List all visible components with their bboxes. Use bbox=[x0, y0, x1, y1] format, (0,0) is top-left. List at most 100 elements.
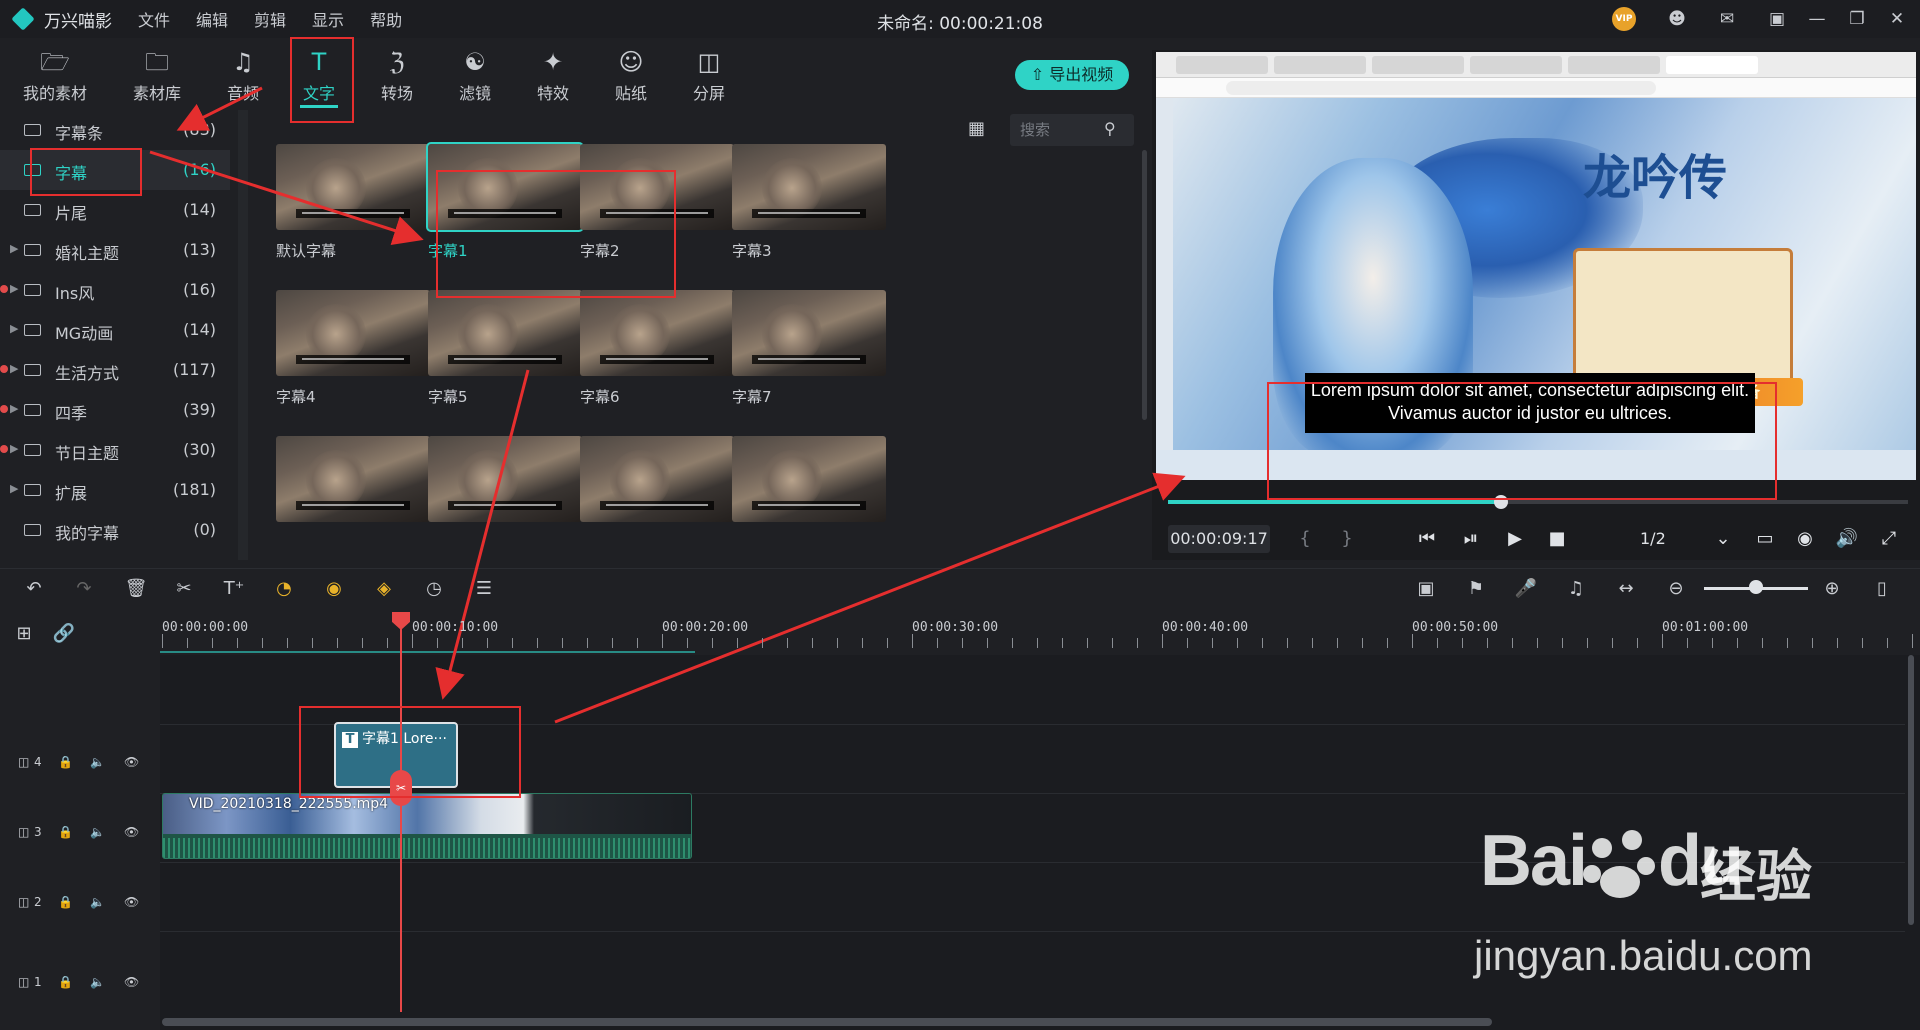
menu-help[interactable]: 帮助 bbox=[370, 7, 402, 31]
close-icon[interactable]: ✕ bbox=[1886, 8, 1908, 30]
mark-out-icon[interactable]: } bbox=[1334, 526, 1360, 552]
timeline-vscrollbar[interactable] bbox=[1908, 655, 1914, 925]
volume-icon[interactable]: 🔈 bbox=[90, 895, 105, 909]
visibility-icon[interactable]: 👁 bbox=[124, 755, 139, 769]
search-icon[interactable]: ⚲ bbox=[1104, 119, 1124, 139]
display-icon[interactable]: ▭ bbox=[1752, 526, 1778, 552]
minimize-icon[interactable]: — bbox=[1806, 8, 1828, 30]
video-clip[interactable]: VID_20210318_222555.mp4 bbox=[162, 793, 692, 859]
audio-mixer-icon[interactable]: ♫ bbox=[1564, 577, 1588, 601]
category-item[interactable]: 我的字幕 (0) bbox=[0, 510, 230, 550]
gallery-scrollbar[interactable] bbox=[1142, 150, 1147, 420]
export-video-button[interactable]: ⇧ 导出视频 bbox=[1015, 60, 1129, 90]
timeline-hscrollbar[interactable] bbox=[162, 1018, 1492, 1026]
tab-library[interactable]: 🗀 素材库 bbox=[122, 46, 192, 106]
menu-file[interactable]: 文件 bbox=[138, 7, 170, 31]
menu-edit[interactable]: 编辑 bbox=[196, 7, 228, 31]
category-item[interactable]: ▶ 四季 (39) bbox=[0, 390, 230, 430]
visibility-icon[interactable]: 👁 bbox=[124, 825, 139, 839]
tab-audio[interactable]: ♫ 音频 bbox=[208, 46, 278, 106]
template-tile[interactable]: 字幕5 bbox=[428, 290, 582, 407]
fullscreen-icon[interactable]: ⤢ bbox=[1876, 526, 1902, 552]
mark-in-icon[interactable]: { bbox=[1292, 526, 1318, 552]
template-tile[interactable] bbox=[276, 436, 430, 522]
template-tile[interactable]: 字幕6 bbox=[580, 290, 734, 407]
expand-arrow-icon[interactable]: ▶ bbox=[10, 282, 18, 295]
vip-icon[interactable]: VIP bbox=[1612, 7, 1636, 31]
volume-icon[interactable]: 🔈 bbox=[90, 825, 105, 839]
auto-highlight-icon[interactable]: ◉ bbox=[322, 577, 346, 601]
category-item[interactable]: ▶ Ins风 (16) bbox=[0, 270, 230, 310]
add-text-icon[interactable]: T⁺ bbox=[222, 577, 246, 601]
grid-view-icon[interactable]: ▦ bbox=[968, 118, 990, 140]
zoom-out-icon[interactable]: ⊖ bbox=[1664, 577, 1688, 601]
prev-frame-icon[interactable]: ⏮ bbox=[1414, 526, 1440, 552]
adjust-icon[interactable]: ☰ bbox=[472, 577, 496, 601]
marker-icon[interactable]: ⚑ bbox=[1464, 577, 1488, 601]
store-icon[interactable]: ▣ bbox=[1766, 8, 1788, 30]
chevron-down-icon[interactable]: ⌄ bbox=[1710, 526, 1736, 552]
keyframe-icon[interactable]: ◈ bbox=[372, 577, 396, 601]
category-item[interactable]: ▶ MG动画 (14) bbox=[0, 310, 230, 350]
category-item[interactable]: 片尾 (14) bbox=[0, 190, 230, 230]
volume-icon[interactable]: 🔈 bbox=[90, 755, 105, 769]
add-track-icon[interactable]: ⊞ bbox=[12, 622, 36, 646]
fit-icon[interactable]: ↔ bbox=[1614, 577, 1638, 601]
play-icon[interactable]: ▶ bbox=[1502, 526, 1528, 552]
snapshot-icon[interactable]: ◉ bbox=[1792, 526, 1818, 552]
lock-icon[interactable]: 🔒 bbox=[58, 825, 73, 839]
zoom-in-icon[interactable]: ⊕ bbox=[1820, 577, 1844, 601]
redo-icon[interactable]: ↷ bbox=[72, 577, 96, 601]
template-tile[interactable]: 字幕3 bbox=[732, 144, 886, 261]
volume-icon[interactable]: 🔊 bbox=[1834, 526, 1860, 552]
mic-icon[interactable]: 🎤 bbox=[1514, 577, 1538, 601]
template-tile[interactable]: 默认字幕 bbox=[276, 144, 430, 261]
lock-icon[interactable]: 🔒 bbox=[58, 975, 73, 989]
expand-arrow-icon[interactable]: ▶ bbox=[10, 482, 18, 495]
playhead[interactable] bbox=[400, 612, 402, 1012]
menu-view[interactable]: 显示 bbox=[312, 7, 344, 31]
preview-quality[interactable]: 1/2 bbox=[1640, 526, 1670, 552]
cut-icon[interactable]: ✂ bbox=[172, 577, 196, 601]
layout-icon[interactable]: ▯ bbox=[1870, 577, 1894, 601]
tab-my-media[interactable]: 🗁 我的素材 bbox=[20, 46, 90, 106]
render-icon[interactable]: ▣ bbox=[1414, 577, 1438, 601]
tab-transition[interactable]: ℨ 转场 bbox=[362, 46, 432, 106]
template-tile[interactable] bbox=[732, 436, 886, 522]
restore-icon[interactable]: ❐ bbox=[1846, 8, 1868, 30]
lock-icon[interactable]: 🔒 bbox=[58, 895, 73, 909]
account-icon[interactable]: ☻ bbox=[1666, 8, 1688, 30]
category-item[interactable]: 字幕条 (83) bbox=[0, 110, 230, 150]
duration-icon[interactable]: ◷ bbox=[422, 577, 446, 601]
undo-icon[interactable]: ↶ bbox=[22, 577, 46, 601]
message-icon[interactable]: ✉ bbox=[1716, 8, 1738, 30]
step-play-icon[interactable]: ⏯ bbox=[1458, 526, 1484, 552]
category-item[interactable]: ▶ 生活方式 (117) bbox=[0, 350, 230, 390]
category-item[interactable]: ▶ 扩展 (181) bbox=[0, 470, 230, 510]
template-tile[interactable] bbox=[580, 436, 734, 522]
template-tile[interactable]: 字幕7 bbox=[732, 290, 886, 407]
tab-splitscreen[interactable]: ◫ 分屏 bbox=[674, 46, 744, 106]
delete-icon[interactable]: 🗑 bbox=[124, 577, 148, 601]
visibility-icon[interactable]: 👁 bbox=[124, 975, 139, 989]
expand-arrow-icon[interactable]: ▶ bbox=[10, 322, 18, 335]
category-item[interactable]: ▶ 婚礼主题 (13) bbox=[0, 230, 230, 270]
tab-effects[interactable]: ✦ 特效 bbox=[518, 46, 588, 106]
menu-clip[interactable]: 剪辑 bbox=[254, 7, 286, 31]
speed-icon[interactable]: ◔ bbox=[272, 577, 296, 601]
expand-arrow-icon[interactable]: ▶ bbox=[10, 402, 18, 415]
tab-sticker[interactable]: ☺ 贴纸 bbox=[596, 46, 666, 106]
stop-icon[interactable]: ■ bbox=[1544, 526, 1570, 552]
category-item[interactable]: ▶ 节日主题 (30) bbox=[0, 430, 230, 470]
expand-arrow-icon[interactable]: ▶ bbox=[10, 242, 18, 255]
link-icon[interactable]: 🔗 bbox=[52, 622, 76, 646]
template-tile[interactable]: 字幕4 bbox=[276, 290, 430, 407]
volume-icon[interactable]: 🔈 bbox=[90, 975, 105, 989]
tab-filter[interactable]: ☯ 滤镜 bbox=[440, 46, 510, 106]
expand-arrow-icon[interactable]: ▶ bbox=[10, 362, 18, 375]
zoom-slider-handle[interactable] bbox=[1749, 580, 1763, 594]
panel-splitter[interactable] bbox=[238, 110, 248, 560]
visibility-icon[interactable]: 👁 bbox=[124, 895, 139, 909]
lock-icon[interactable]: 🔒 bbox=[58, 755, 73, 769]
template-tile[interactable] bbox=[428, 436, 582, 522]
